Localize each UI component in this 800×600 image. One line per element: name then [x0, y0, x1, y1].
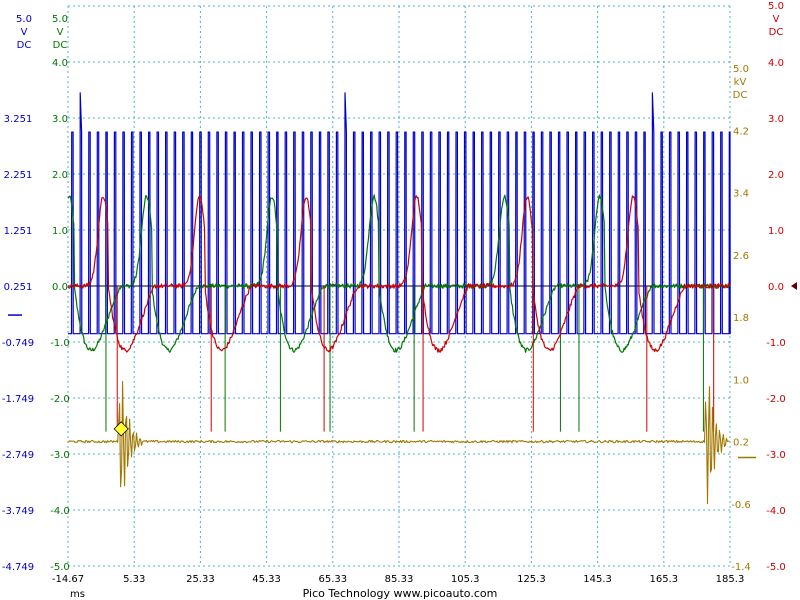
channel-d-tick-label: 1.8 [733, 313, 749, 324]
oscilloscope-chart: -14.67 5.33 25.33 45.33 65.33 85.33 105.3 125.3… [0, 0, 800, 600]
channel-a-tick-label: 3.251 [4, 114, 33, 125]
channel-d-unit: DC [733, 90, 748, 101]
channel-c-tick-label: 4.0 [768, 58, 784, 69]
channel-c-tick-label: -4.0 [766, 506, 786, 517]
x-tick-label: 185.3 [716, 574, 745, 585]
channel-a-unit: 5.0 [16, 14, 32, 25]
channel-b-unit: 5.0 [52, 14, 68, 25]
channel-d-tick-label: -0.6 [731, 500, 751, 511]
channel-c-tick-label: 3.0 [768, 114, 784, 125]
channel-c-tick-label: -2.0 [766, 394, 786, 405]
x-tick-label: 5.33 [123, 574, 145, 585]
channel-a-unit: V [21, 27, 28, 38]
x-tick-label: 25.33 [186, 574, 215, 585]
channel-b-tick-label: 0.0 [52, 282, 68, 293]
channel-b-unit: V [57, 27, 64, 38]
channel-b-tick-label: -5.0 [50, 562, 70, 573]
channel-b-tick-label: 3.0 [52, 114, 68, 125]
channel-b-tick-label: 4.0 [52, 58, 68, 69]
channel-a-tick-label: 2.251 [4, 170, 33, 181]
channel-d-tick-label: 4.2 [733, 126, 749, 137]
channel-c-tick-label: 2.0 [768, 170, 784, 181]
channel-c-unit: DC [769, 27, 784, 38]
channel-a-unit: DC [17, 40, 32, 51]
channel-d-tick-label: -1.4 [731, 562, 751, 573]
channel-b-tick-label: -3.0 [50, 450, 70, 461]
channel-a-tick-label: -4.749 [2, 562, 34, 573]
x-tick-label: 105.3 [451, 574, 480, 585]
channel-b-tick-label: -1.0 [50, 338, 70, 349]
channel-a-tick-label: -2.749 [2, 450, 34, 461]
channel-c-unit: V [773, 14, 780, 25]
channel-d-tick-label: 5.0 [733, 64, 749, 75]
x-axis-unit: ms [70, 589, 85, 600]
x-tick-label: 165.3 [649, 574, 678, 585]
channel-c-tick-label: -5.0 [766, 562, 786, 573]
channel-b-tick-label: 2.0 [52, 170, 68, 181]
channel-b-tick-label: -4.0 [50, 506, 70, 517]
x-tick-label: 45.33 [252, 574, 281, 585]
channel-a-tick-label: 0.251 [4, 282, 33, 293]
channel-b-tick-label: 1.0 [52, 226, 68, 237]
channel-b-tick-label: -2.0 [50, 394, 70, 405]
x-tick-label: 65.33 [318, 574, 347, 585]
channel-c-unit: 5.0 [768, 1, 784, 12]
x-tick-label: 85.33 [385, 574, 414, 585]
footer-credit: Pico Technology www.picoauto.com [303, 587, 498, 600]
channel-c-tick-label: 1.0 [768, 226, 784, 237]
x-tick-label: 125.3 [517, 574, 546, 585]
channel-c-tick-label: -3.0 [766, 450, 786, 461]
channel-b-unit: DC [53, 40, 68, 51]
x-tick-label: 145.3 [583, 574, 612, 585]
channel-d-tick-label: 0.2 [733, 438, 749, 449]
channel-a-tick-label: -3.749 [2, 506, 34, 517]
x-tick-label: -14.67 [52, 574, 84, 585]
channel-c-tick-label: 0.0 [768, 282, 784, 293]
channel-d-tick-label: 1.0 [733, 375, 749, 386]
channel-a-tick-label: 1.251 [4, 226, 33, 237]
channel-a-tick-label: -0.749 [2, 338, 34, 349]
channel-d-tick-label: 2.6 [733, 251, 749, 262]
channel-c-tick-label: -1.0 [766, 338, 786, 349]
channel-a-tick-label: -1.749 [2, 394, 34, 405]
channel-d-unit: kV [734, 77, 747, 88]
channel-d-tick-label: 3.4 [733, 189, 749, 200]
